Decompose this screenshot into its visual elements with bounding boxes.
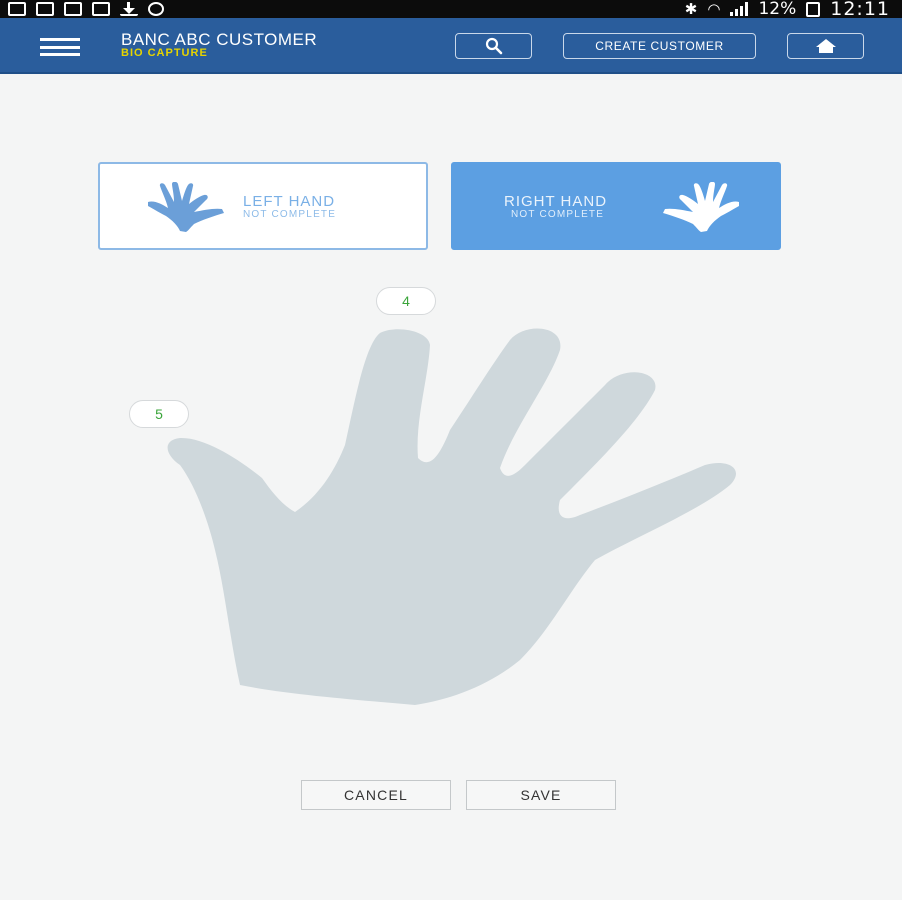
home-icon bbox=[815, 39, 836, 53]
battery-percent: 12% bbox=[758, 0, 797, 19]
menu-icon[interactable] bbox=[40, 38, 80, 56]
left-hand-icon bbox=[148, 182, 224, 232]
right-hand-icon bbox=[663, 182, 739, 232]
download-icon bbox=[120, 2, 138, 16]
bluetooth-icon: ✱ bbox=[684, 0, 698, 18]
mail-icon bbox=[92, 2, 110, 16]
cancel-button[interactable]: CANCEL bbox=[301, 780, 451, 810]
search-button[interactable] bbox=[455, 33, 532, 59]
search-icon bbox=[485, 37, 502, 55]
app-bar: BANC ABC CUSTOMER BIO CAPTURE CREATE CUS… bbox=[0, 18, 902, 74]
globe-icon bbox=[148, 2, 164, 16]
thumb-badge[interactable]: 5 bbox=[129, 400, 189, 428]
right-hand-status: NOT COMPLETE bbox=[511, 209, 605, 220]
create-customer-button[interactable]: CREATE CUSTOMER bbox=[563, 33, 756, 59]
notification-icons bbox=[8, 2, 164, 16]
notification-icon bbox=[8, 2, 26, 16]
home-button[interactable] bbox=[787, 33, 864, 59]
hand-shape bbox=[167, 328, 736, 705]
hand-silhouette bbox=[167, 328, 736, 705]
left-hand-status: NOT COMPLETE bbox=[243, 209, 337, 220]
signal-icon bbox=[730, 2, 749, 16]
clock: 12:11 bbox=[830, 0, 890, 20]
status-bar: ✱ ◠ 12% 12:11 bbox=[0, 0, 902, 20]
wifi-icon: ◠ bbox=[707, 0, 721, 18]
system-status: ✱ ◠ 12% 12:11 bbox=[684, 0, 890, 20]
app-subtitle: BIO CAPTURE bbox=[121, 47, 208, 59]
save-button[interactable]: SAVE bbox=[466, 780, 616, 810]
right-hand-tab[interactable]: RIGHT HAND NOT COMPLETE bbox=[451, 162, 781, 250]
battery-icon bbox=[806, 1, 821, 17]
left-hand-tab[interactable]: LEFT HAND NOT COMPLETE bbox=[98, 162, 428, 250]
mail-icon bbox=[64, 2, 82, 16]
index-finger-badge[interactable]: 4 bbox=[376, 287, 436, 315]
image-icon bbox=[36, 2, 54, 16]
left-hand-label: LEFT HAND bbox=[243, 193, 336, 210]
right-hand-label: RIGHT HAND bbox=[504, 193, 608, 210]
